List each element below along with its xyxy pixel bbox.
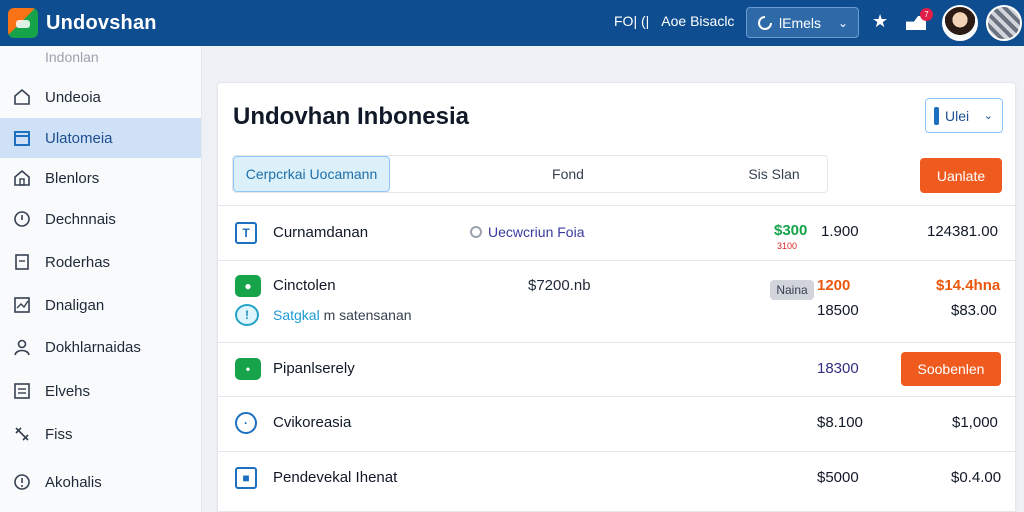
- clock-icon: [11, 208, 33, 230]
- check-icon: •: [235, 358, 261, 380]
- sidebar-item-8[interactable]: Elvehs: [0, 371, 201, 411]
- table-row[interactable]: ■ Pendevekal Ihenat $5000 $0.4.00: [218, 451, 1015, 507]
- sidebar-item-label: Roderhas: [45, 253, 111, 271]
- sidebar-item-label: Undeoia: [45, 88, 101, 106]
- clock-icon: ·: [235, 412, 257, 434]
- row-amount-primary: $300: [774, 222, 808, 239]
- secondary-avatar[interactable]: [986, 5, 1022, 41]
- sidebar-item-7[interactable]: Dokhlarnaidas: [0, 327, 201, 367]
- sidebar-item-10[interactable]: Akohalis: [0, 462, 201, 502]
- tab-1[interactable]: Cerpcrkai Uocamann: [233, 156, 390, 192]
- row-amount-primary: 18300: [817, 360, 859, 377]
- tab-bar: Cerpcrkai Uocamann Fond Sis Slan: [232, 155, 828, 193]
- sidebar-item-1[interactable]: Undeoia: [0, 77, 201, 117]
- row-name: Curnamdanan: [273, 224, 369, 241]
- sidebar-section-title: Indonlan: [45, 49, 99, 65]
- tab-2[interactable]: Fond: [523, 156, 613, 192]
- chart-icon: [11, 294, 33, 316]
- sidebar-item-label: Ulatomeia: [45, 129, 113, 147]
- row-name: Cvikoreasia: [273, 414, 352, 431]
- sidebar-item-2[interactable]: Ulatomeia: [0, 118, 201, 158]
- filter-label: Ulei: [945, 107, 970, 124]
- document-icon: [11, 251, 33, 273]
- row-amount-total: $14.4hna: [936, 277, 1001, 294]
- update-button[interactable]: Uanlate: [920, 158, 1002, 193]
- sidebar-item-label: Dechnnais: [45, 210, 116, 228]
- list-icon: [11, 380, 33, 402]
- chevron-down-icon: ⌄: [983, 110, 993, 122]
- star-icon[interactable]: ★: [872, 11, 888, 32]
- info-circle-icon: !: [235, 304, 259, 326]
- tools-icon: [11, 423, 33, 445]
- row-mid-value: $7200.nb: [528, 277, 591, 294]
- sidebar-item-6[interactable]: Dnaligan: [0, 285, 201, 325]
- row-amount-total: $0.4.00: [951, 469, 1002, 486]
- screen-icon: ■: [235, 467, 257, 489]
- sidebar-item-3[interactable]: Blenlors: [0, 158, 201, 198]
- circle-icon: [470, 226, 482, 238]
- sidebar-item-label: Akohalis: [45, 473, 102, 491]
- notification-badge: 7: [920, 8, 933, 21]
- status-badge[interactable]: Naina: [770, 280, 814, 300]
- bookmark-icon: T: [235, 222, 257, 244]
- pin-icon: [934, 106, 939, 125]
- toggle-icon: ●: [235, 275, 261, 297]
- top-link-2[interactable]: Aoe Bisaclc: [661, 13, 734, 29]
- sidebar-item-9[interactable]: Fiss: [0, 414, 201, 454]
- sidebar-item-label: Elvehs: [45, 382, 91, 400]
- row-tag-link[interactable]: Uecwcriun Foia: [470, 224, 584, 240]
- top-link-1[interactable]: FO| (|: [614, 13, 649, 29]
- calendar-icon: [11, 127, 33, 149]
- filter-dropdown[interactable]: Ulei ⌄: [925, 98, 1003, 133]
- notifications-button[interactable]: 7: [906, 8, 933, 32]
- sidebar-item-4[interactable]: Dechnnais: [0, 199, 201, 239]
- row-amount-total: 124381.00: [927, 223, 998, 240]
- top-links: FO| (| Aoe Bisaclc: [614, 13, 734, 29]
- table-row[interactable]: · Cvikoreasia $8.100 $1,000: [218, 396, 1015, 451]
- action-button[interactable]: Soobenlen: [901, 352, 1001, 386]
- app-title[interactable]: Undovshan: [46, 12, 157, 35]
- row-subtitle: Satgkal m satensanan: [273, 307, 412, 323]
- table-row[interactable]: ● Cinctolen ! Satgkal m satensanan $7200…: [218, 260, 1015, 342]
- home-icon: [11, 86, 33, 108]
- row-name: Cinctolen: [273, 277, 336, 294]
- refresh-icon: [758, 15, 772, 30]
- tab-3[interactable]: Sis Slan: [733, 156, 815, 192]
- row-amount-total: $1,000: [952, 414, 998, 431]
- row-amount-total-secondary: $83.00: [951, 302, 997, 319]
- row-amount-primary: 1200: [817, 277, 851, 294]
- info-icon: [11, 471, 33, 493]
- row-name: Pendevekal Ihenat: [273, 469, 398, 486]
- row-name: Pipanlserely: [273, 360, 355, 377]
- table-row[interactable]: • Pipanlserely 18300 Soobenlen: [218, 342, 1015, 396]
- top-navbar: Undovshan: [0, 0, 1024, 46]
- sidebar: Indonlan Undeoia Ulatomeia Blenlors Dech…: [0, 46, 202, 512]
- page-title: Undovhan Inbonesia: [233, 103, 470, 130]
- row-tag-label: Uecwcriun Foia: [488, 224, 585, 240]
- sidebar-item-label: Fiss: [45, 425, 73, 443]
- row-subtitle-rest: m satensanan: [319, 307, 412, 323]
- sidebar-item-label: Dnaligan: [45, 296, 105, 314]
- email-selector-label: lEmels: [779, 14, 822, 31]
- row-amount-primary: $5000: [817, 469, 859, 486]
- home-icon: [11, 167, 33, 189]
- row-amount-primary: $8.100: [817, 414, 863, 431]
- row-amount-secondary: 18500: [817, 302, 859, 319]
- sidebar-item-label: Dokhlarnaidas: [45, 338, 141, 356]
- sidebar-item-5[interactable]: Roderhas: [0, 242, 201, 282]
- sidebar-item-label: Blenlors: [45, 169, 100, 187]
- table-row[interactable]: T Curnamdanan Uecwcriun Foia $300 3100 1…: [218, 205, 1015, 260]
- row-subtitle-highlight: Satgkal: [273, 307, 320, 323]
- main-card: Undovhan Inbonesia Ulei ⌄ Cerpcrkai Uoca…: [217, 82, 1016, 512]
- row-amount-secondary: 1.900: [821, 223, 859, 240]
- user-icon: [11, 336, 33, 358]
- app-logo[interactable]: [8, 8, 38, 38]
- user-avatar[interactable]: [942, 5, 978, 41]
- row-amount-note: 3100: [777, 241, 798, 251]
- chevron-down-icon: ⌄: [837, 15, 848, 30]
- email-selector[interactable]: lEmels ⌄: [746, 7, 859, 38]
